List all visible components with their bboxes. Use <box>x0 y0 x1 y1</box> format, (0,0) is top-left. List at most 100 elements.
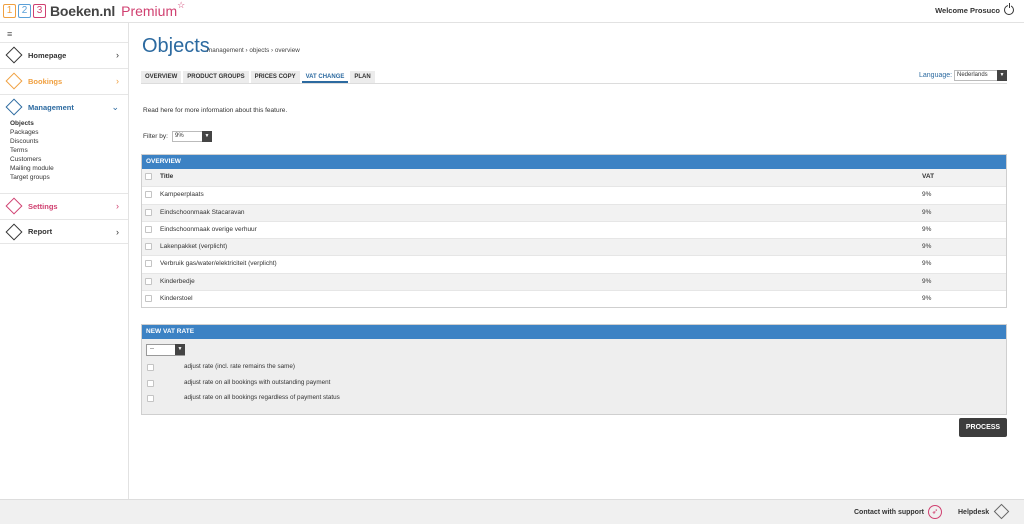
row-checkbox[interactable] <box>145 225 152 233</box>
table-row: Eindschoonmaak overige verhuur 9% <box>142 220 1006 238</box>
new-vat-panel: NEW VAT RATE -- ▼ adjust rate (incl. rat… <box>141 324 1007 415</box>
submenu-objects[interactable]: Objects <box>10 119 34 128</box>
helpdesk-link[interactable]: Helpdesk <box>958 509 989 516</box>
sidebar: ≡ Homepage › Bookings › Management ⌄ Obj… <box>0 23 129 499</box>
tab-bar: OVERVIEW PRODUCT GROUPS PRICES COPY VAT … <box>141 71 377 83</box>
logo-digit-1: 1 <box>3 3 16 18</box>
contact-support-link[interactable]: Contact with support <box>854 509 924 516</box>
row-vat: 9% <box>922 260 932 268</box>
row-title: Kinderstoel <box>160 295 193 303</box>
rocket-icon[interactable]: ➶ <box>928 505 942 519</box>
new-vat-select[interactable]: -- ▼ <box>146 344 185 356</box>
table-row: Verbruik gas/water/elektriciteit (verpli… <box>142 255 1006 272</box>
row-title: Kampeerplaats <box>160 191 204 199</box>
select-all-checkbox[interactable] <box>145 173 152 180</box>
row-title: Lakenpakket (verplicht) <box>160 243 228 251</box>
table-row: Eindschoonmaak Stacaravan 9% <box>142 203 1006 221</box>
table-row: Lakenpakket (verplicht) 9% <box>142 238 1006 256</box>
option-label: adjust rate on all bookings with outstan… <box>184 379 331 386</box>
logo[interactable]: 1 2 3 Boeken.nl Premium ☆ <box>3 0 186 19</box>
top-bar: 1 2 3 Boeken.nl Premium ☆ Welcome Prosuc… <box>0 0 1024 23</box>
row-checkbox[interactable] <box>145 277 152 285</box>
submenu-terms[interactable]: Terms <box>10 146 28 155</box>
caret-down-icon: ▼ <box>175 344 185 355</box>
row-vat: 9% <box>922 225 932 233</box>
tab-vat-change[interactable]: VAT CHANGE <box>301 71 349 83</box>
option-label: adjust rate (incl. rate remains the same… <box>184 363 295 370</box>
chevron-right-icon: › <box>116 201 119 211</box>
row-title: Kinderbedje <box>160 277 195 285</box>
submenu-packages[interactable]: Packages <box>10 128 39 137</box>
menu-toggle-icon[interactable]: ≡ <box>7 29 12 39</box>
footer: Contact with support ➶ Helpdesk <box>0 499 1024 524</box>
new-vat-body: -- ▼ adjust rate (incl. rate remains the… <box>142 339 1006 414</box>
logo-digit-2: 2 <box>18 3 31 18</box>
sidebar-item-homepage[interactable]: Homepage › <box>0 42 128 67</box>
settings-icon <box>5 197 23 215</box>
sidebar-item-report[interactable]: Report › <box>0 219 128 244</box>
logout-power-icon[interactable] <box>1004 3 1014 15</box>
row-checkbox[interactable] <box>145 208 152 216</box>
row-title: Eindschoonmaak Stacaravan <box>160 208 245 216</box>
row-checkbox[interactable] <box>145 243 152 251</box>
row-checkbox[interactable] <box>145 260 152 268</box>
process-button[interactable]: PROCESS <box>959 418 1007 437</box>
overview-panel: OVERVIEW Title VAT Kampeerplaats 9% Eind… <box>141 154 1007 309</box>
row-title: Verbruik gas/water/elektriciteit (verpli… <box>160 260 277 268</box>
table-row: Kampeerplaats 9% <box>142 186 1006 203</box>
row-vat: 9% <box>922 191 932 199</box>
welcome-text: Welcome Prosuco <box>935 6 1000 15</box>
overview-heading: OVERVIEW <box>142 155 1006 169</box>
tab-overview[interactable]: OVERVIEW <box>141 71 182 83</box>
sidebar-item-label: Report <box>28 227 53 236</box>
row-vat: 9% <box>922 295 932 303</box>
submenu-discounts[interactable]: Discounts <box>10 137 39 146</box>
tab-plan[interactable]: PLAN <box>350 71 375 83</box>
sidebar-item-bookings[interactable]: Bookings › <box>0 68 128 93</box>
submenu-customers[interactable]: Customers <box>10 155 41 164</box>
sidebar-item-management[interactable]: Management ⌄ <box>0 94 128 119</box>
submenu-mailing-module[interactable]: Mailing module <box>10 164 54 173</box>
row-checkbox[interactable] <box>145 191 152 199</box>
homepage-icon <box>5 46 23 64</box>
option-checkbox[interactable] <box>147 364 154 371</box>
breadcrumb: management › objects › overview <box>207 47 300 54</box>
new-vat-heading: NEW VAT RATE <box>142 325 1006 339</box>
option-checkbox[interactable] <box>147 380 154 387</box>
info-link[interactable]: Read here for more information about thi… <box>143 107 287 114</box>
column-header-title: Title <box>160 173 174 180</box>
sidebar-item-label: Homepage <box>28 50 67 60</box>
chevron-right-icon: › <box>116 226 119 237</box>
helpdesk-icon[interactable] <box>993 503 1010 520</box>
row-checkbox[interactable] <box>145 295 152 303</box>
star-icon: ☆ <box>177 0 186 10</box>
overview-table: Title VAT Kampeerplaats 9% Eindschoonmaa… <box>142 169 1006 307</box>
tab-product-groups[interactable]: PRODUCT GROUPS <box>183 71 249 83</box>
language-select[interactable]: Nederlands ▼ <box>954 70 1007 81</box>
submenu-target-groups[interactable]: Target groups <box>10 173 50 182</box>
language-value: Nederlands <box>957 72 988 78</box>
sidebar-item-label: Bookings <box>28 76 63 86</box>
management-icon <box>5 98 23 116</box>
logo-digit-3: 3 <box>33 3 46 18</box>
row-title: Eindschoonmaak overige verhuur <box>160 225 257 233</box>
caret-down-icon: ▼ <box>202 131 212 142</box>
tab-prices-copy[interactable]: PRICES COPY <box>250 71 300 83</box>
row-vat: 9% <box>922 277 932 285</box>
option-checkbox[interactable] <box>147 395 154 402</box>
table-header-row: Title VAT <box>142 169 1006 187</box>
logo-name: Boeken.nl <box>50 2 116 19</box>
row-vat: 9% <box>922 208 932 216</box>
tabs-divider <box>141 83 1007 84</box>
filter-value: 9% <box>175 133 184 139</box>
column-header-vat: VAT <box>922 173 935 180</box>
chevron-right-icon: › <box>116 50 119 60</box>
caret-down-icon: ▼ <box>997 70 1007 81</box>
table-row: Kinderbedje 9% <box>142 272 1006 291</box>
filter-select[interactable]: 9% ▼ <box>172 131 212 142</box>
sidebar-item-label: Management <box>28 102 74 112</box>
option-label: adjust rate on all bookings regardless o… <box>184 394 340 401</box>
report-icon <box>5 223 23 240</box>
sidebar-item-settings[interactable]: Settings › <box>0 193 128 218</box>
bookings-icon <box>5 72 23 90</box>
